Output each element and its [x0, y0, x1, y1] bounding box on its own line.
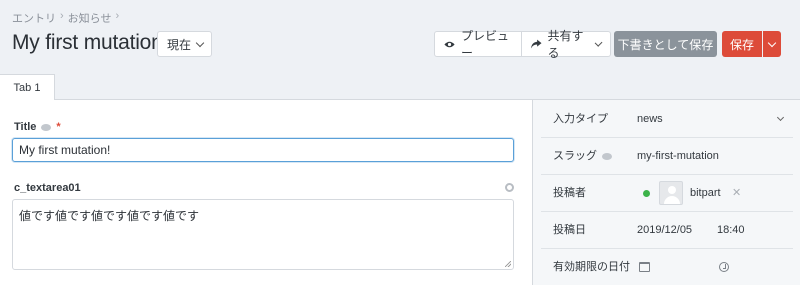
post-date-value[interactable]: 2019/12/05 [637, 212, 692, 249]
share-arrow-icon [531, 39, 542, 49]
status-select[interactable]: 現在 [157, 31, 212, 57]
chevron-down-icon [594, 38, 603, 47]
textarea-label-text: c_textarea01 [14, 182, 81, 194]
eye-icon [444, 41, 455, 47]
expiry-label: 有効期限の日付 [553, 261, 630, 273]
share-button[interactable]: 共有する [522, 29, 611, 60]
preview-share-group: プレビュー 共有する [434, 29, 611, 60]
comment-icon [41, 123, 52, 131]
breadcrumb-separator: › [60, 10, 64, 22]
required-mark: * [56, 121, 61, 133]
remove-author-icon[interactable]: ✕ [732, 175, 741, 212]
post-date-label: 投稿日 [553, 224, 586, 236]
author-row: 投稿者 bitpart ✕ [541, 175, 793, 212]
textarea-value: 値です値です値です値です値です [19, 209, 200, 223]
preview-button[interactable]: プレビュー [434, 29, 522, 60]
slug-row: スラッグ my-first-mutation [541, 138, 793, 175]
title-label-text: Title [14, 121, 37, 133]
textarea-field-label: c_textarea01 [14, 182, 81, 194]
slug-value[interactable]: my-first-mutation [637, 138, 719, 175]
input-type-row[interactable]: 入力タイプ news [541, 101, 793, 138]
input-type-value[interactable]: news [637, 101, 663, 138]
save-draft-button[interactable]: 下書きとして保存 [614, 31, 717, 57]
save-options-button[interactable] [763, 31, 781, 57]
author-name: bitpart [690, 187, 721, 199]
preview-button-label: プレビュー [461, 29, 510, 60]
chevron-down-icon [776, 113, 785, 122]
breadcrumb: エントリ › お知らせ › [12, 10, 119, 26]
post-time-value[interactable]: 18:40 [717, 212, 745, 249]
title-input[interactable]: My first mutation! [12, 138, 514, 162]
tab-bar: Tab 1 [0, 74, 800, 101]
entry-form: Title * My first mutation! c_textarea01 … [0, 100, 532, 285]
chevron-down-icon [195, 38, 205, 47]
clock-icon[interactable] [719, 262, 729, 272]
resize-handle-icon[interactable] [505, 261, 511, 267]
page-header: エントリ › お知らせ › My first mutation! 現在 プレビュ… [0, 0, 800, 74]
entry-meta-sidebar: 入力タイプ news スラッグ my-first-mutation 投稿者 bi… [532, 100, 800, 285]
avatar [659, 181, 683, 205]
gear-icon[interactable] [505, 183, 514, 192]
author-label: 投稿者 [553, 187, 586, 199]
calendar-icon[interactable] [639, 262, 650, 272]
slug-label-wrap: スラッグ [553, 138, 612, 175]
post-date-row: 投稿日 2019/12/05 18:40 [541, 212, 793, 249]
tab-1[interactable]: Tab 1 [0, 74, 55, 101]
status-select-label: 現在 [167, 37, 192, 52]
chevron-down-icon [767, 38, 777, 47]
save-button[interactable]: 保存 [722, 31, 762, 57]
comment-icon [602, 153, 612, 160]
share-button-label: 共有する [547, 29, 584, 60]
input-type-label: 入力タイプ [553, 113, 608, 125]
breadcrumb-item-news[interactable]: お知らせ [68, 10, 112, 26]
breadcrumb-separator: › [115, 10, 120, 22]
expiry-row: 有効期限の日付 [541, 249, 793, 285]
textarea-field[interactable]: 値です値です値です値です値です [12, 199, 514, 270]
title-field-label: Title * [14, 121, 61, 133]
slug-label: スラッグ [553, 150, 597, 162]
online-status-icon [643, 190, 650, 197]
breadcrumb-item-entries[interactable]: エントリ [12, 10, 56, 26]
page-title: My first mutation! [12, 31, 169, 54]
